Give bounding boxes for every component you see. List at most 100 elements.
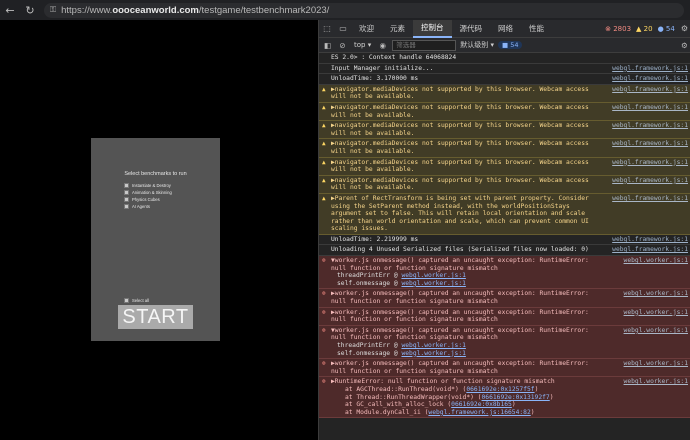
console-message-warn[interactable]: ▲ ▶navigator.mediaDevices not supported b… <box>319 102 690 122</box>
stack-frame: threadPrintErr @ webgl.worker.js:1 <box>331 342 602 350</box>
console-message-plain[interactable]: Unloading 4 Unused Serialized files (Ser… <box>319 245 690 257</box>
console-message-err[interactable]: ⊗ ▼worker.js onmessage() captured an unca… <box>319 256 690 290</box>
console-message-warn[interactable]: ▲ ▶navigator.mediaDevices not supported b… <box>319 175 690 194</box>
source-link[interactable]: webgl.worker.js:1 <box>624 290 688 298</box>
benchmark-label: Instantiate & Destroy <box>132 182 171 188</box>
tab-elements[interactable]: 元素 <box>382 20 413 38</box>
select-all-option[interactable]: Select all <box>124 298 149 303</box>
tab-sources[interactable]: 源代码 <box>452 20 491 38</box>
message-text: ▶navigator.mediaDevices not supported by… <box>331 176 589 192</box>
console-settings-icon[interactable]: ⚙ <box>679 41 690 50</box>
console-message-plain[interactable]: UnloadTime: 3.170000 ms webgl.framework.j… <box>319 74 690 85</box>
console-message-plain[interactable]: Input Manager initialize... webgl.framewo… <box>319 63 690 75</box>
settings-icon[interactable]: ⚙ <box>679 24 690 33</box>
tab-network[interactable]: 网络 <box>490 20 521 38</box>
warning-icon: ▲ <box>322 140 326 148</box>
checkbox[interactable] <box>124 189 129 195</box>
benchmark-label: Physics Cubes <box>132 196 160 202</box>
tab-welcome[interactable]: 欢迎 <box>351 20 382 38</box>
benchmark-option[interactable]: Animation & Skinning <box>124 189 172 196</box>
reload-icon[interactable]: ↻ <box>20 0 40 20</box>
lock-icon: ⚿ <box>50 5 57 14</box>
clear-console-icon[interactable]: ⊘ <box>337 41 348 50</box>
benchmark-list: Instantiate & Destroy Animation & Skinni… <box>124 182 172 210</box>
tab-console[interactable]: 控制台 <box>413 20 452 38</box>
source-link[interactable]: webgl.framework.js:1 <box>612 65 688 73</box>
inspect-icon[interactable]: ⬚ <box>319 20 335 38</box>
error-icon: ⊗ <box>322 290 326 298</box>
source-link[interactable]: webgl.framework.js:1 <box>612 122 688 130</box>
select-all-checkbox[interactable] <box>124 298 129 303</box>
checkbox[interactable] <box>124 203 129 209</box>
benchmark-option[interactable]: AI Agents <box>124 203 172 210</box>
source-link[interactable]: webgl.framework.js:1 <box>612 86 688 94</box>
context-select[interactable]: top ▾ <box>352 41 373 49</box>
message-text: ▶worker.js onmessage() captured an uncau… <box>331 290 589 306</box>
source-link[interactable]: webgl.worker.js:1 <box>624 257 688 265</box>
back-arrow-icon[interactable]: ← <box>0 0 20 20</box>
issues-button[interactable]: ■ 54 <box>497 41 523 49</box>
source-link[interactable]: webgl.framework.js:1 <box>612 104 688 112</box>
filter-input[interactable] <box>392 39 457 51</box>
console-message-err[interactable]: ⊗ ▼worker.js onmessage() captured an unca… <box>319 325 690 360</box>
trace-link[interactable]: 0661692e:0x8b165 <box>451 401 512 408</box>
source-link[interactable]: webgl.worker.js:1 <box>624 327 688 335</box>
console-message-warn[interactable]: ▲ ▶navigator.mediaDevices not supported b… <box>319 121 690 140</box>
console-message-err[interactable]: ⊗ ▶RuntimeError: null function or functio… <box>319 377 690 419</box>
trace-function: at Thread::RunThreadWrapper(void*) ( <box>345 393 482 401</box>
eye-icon[interactable]: ◉ <box>377 41 388 50</box>
source-link[interactable]: webgl.worker.js:1 <box>624 378 688 386</box>
panel-title: Select benchmarks to run <box>124 171 187 177</box>
console-message-err[interactable]: ⊗ ▶worker.js onmessage() captured an unca… <box>319 359 690 378</box>
message-text: ▶worker.js onmessage() captured an uncau… <box>331 308 589 324</box>
devtools-panel: ⬚ ▭ 欢迎 元素 控制台 源代码 网络 性能 ⊗ 2803 ▲ 20 ● 54… <box>318 20 690 440</box>
console-message-plain[interactable]: UnloadTime: 2.219999 ms webgl.framework.j… <box>319 234 690 246</box>
message-text: ▶RuntimeError: null function or function… <box>331 378 555 386</box>
game-canvas[interactable]: Select benchmarks to run Instantiate & D… <box>0 20 318 440</box>
error-icon: ⊗ <box>322 378 326 386</box>
source-link[interactable]: webgl.worker.js:1 <box>624 360 688 368</box>
console-message-warn[interactable]: ▲ ▶navigator.mediaDevices not supported b… <box>319 139 690 158</box>
console-message-warn[interactable]: ▲ ▶Parent of RectTransform is being set w… <box>319 193 690 235</box>
stack-function: threadPrintErr @ <box>337 272 402 280</box>
source-link[interactable]: webgl.framework.js:1 <box>612 75 688 83</box>
console-message-plain[interactable]: ES 2.0> : Context handle 64068824 <box>319 53 690 64</box>
url-text: https://www.oooceanworld.com/testgame/te… <box>61 4 330 16</box>
sidebar-toggle-icon[interactable]: ◧ <box>322 41 333 50</box>
trace-end: ) <box>534 385 539 393</box>
start-button[interactable]: START <box>118 305 193 329</box>
benchmark-option[interactable]: Instantiate & Destroy <box>124 182 172 189</box>
issue-counters[interactable]: ⊗ 2803 ▲ 20 ● 54 <box>605 25 679 33</box>
console-message-err[interactable]: ⊗ ▶worker.js onmessage() captured an unca… <box>319 289 690 308</box>
log-levels-select[interactable]: 默认级别 ▾ <box>460 40 494 50</box>
message-text: ▶navigator.mediaDevices not supported by… <box>331 158 589 174</box>
stack-link[interactable]: webgl.worker.js:1 <box>401 272 465 279</box>
source-link[interactable]: webgl.framework.js:1 <box>612 236 688 244</box>
stack-link[interactable]: webgl.worker.js:1 <box>401 280 465 287</box>
message-text: ▶navigator.mediaDevices not supported by… <box>331 103 589 119</box>
source-link[interactable]: webgl.framework.js:1 <box>612 246 688 254</box>
trace-frame: at GC_call_with_alloc_lock (0661692e:0x8… <box>331 401 602 409</box>
trace-link[interactable]: 0661692e:0x1257f5f <box>466 386 534 393</box>
message-text: Unloading 4 Unused Serialized files (Ser… <box>331 246 589 254</box>
trace-link[interactable]: webgl.framework.js:16654:82 <box>428 409 530 416</box>
source-link[interactable]: webgl.framework.js:1 <box>612 177 688 185</box>
tab-performance[interactable]: 性能 <box>521 20 552 38</box>
console-message-err[interactable]: ⊗ ▶worker.js onmessage() captured an unca… <box>319 307 690 326</box>
console-message-warn[interactable]: ▲ ▶navigator.mediaDevices not supported b… <box>319 157 690 176</box>
checkbox[interactable] <box>124 182 129 188</box>
message-text: ▶worker.js onmessage() captured an uncau… <box>331 360 589 375</box>
trace-link[interactable]: 0661692e:0x13192f7 <box>481 394 549 401</box>
trace-function: at AGCThread::RunThread(void*) ( <box>345 385 467 393</box>
benchmark-option[interactable]: Physics Cubes <box>124 196 172 203</box>
device-toolbar-icon[interactable]: ▭ <box>335 20 351 38</box>
source-link[interactable]: webgl.framework.js:1 <box>612 159 688 167</box>
console-message-warn[interactable]: ▲ ▶navigator.mediaDevices not supported b… <box>319 84 690 103</box>
source-link[interactable]: webgl.framework.js:1 <box>612 195 688 203</box>
source-link[interactable]: webgl.worker.js:1 <box>624 309 688 317</box>
stack-link[interactable]: webgl.worker.js:1 <box>401 342 465 349</box>
checkbox[interactable] <box>124 196 129 202</box>
source-link[interactable]: webgl.framework.js:1 <box>612 140 688 148</box>
stack-link[interactable]: webgl.worker.js:1 <box>401 350 465 357</box>
address-bar[interactable]: ⚿ https://www.oooceanworld.com/testgame/… <box>44 2 684 18</box>
